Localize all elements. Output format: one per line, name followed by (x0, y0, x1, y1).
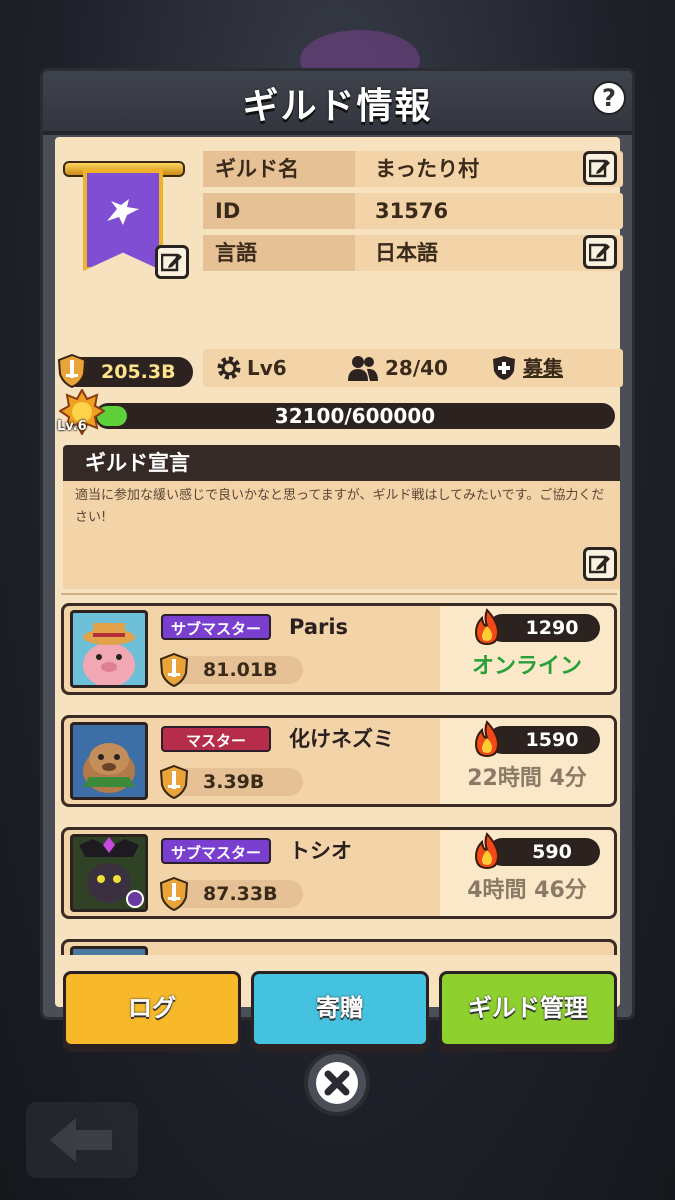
avatar (70, 722, 148, 800)
divider (61, 593, 617, 595)
dialog-title: ギルド情報 (242, 86, 433, 127)
member-fire-value: 590 (532, 841, 572, 863)
member-power: 3.39B (203, 771, 265, 793)
guild-declaration-text: 適当に参加な緩い感じで良いかなと思ってますが、ギルド戦はしてみたいです。ご協力く… (75, 488, 605, 525)
members-icon (348, 356, 378, 381)
member-status-panel: 1590 22時間 4分 (440, 718, 614, 804)
member-fire-value: 1590 (525, 729, 579, 751)
guild-power-value: 205.3B (101, 361, 176, 383)
close-icon (316, 1062, 358, 1104)
guild-stats-bar: Lv6 28/40 募集 (203, 349, 623, 387)
guild-name-row: ギルド名 まったり村 (203, 151, 623, 187)
guild-banner[interactable] (61, 155, 189, 291)
donate-button[interactable]: 寄贈 (251, 971, 429, 1047)
guild-id-row: ID 31576 (203, 193, 623, 229)
sword-shield-icon (159, 876, 189, 912)
avatar (70, 610, 148, 688)
member-fire-value: 1290 (525, 617, 579, 639)
action-buttons: ログ 寄贈 ギルド管理 (55, 971, 620, 1051)
member-power-pill: 3.39B (159, 764, 303, 800)
member-card-partial[interactable] (61, 939, 617, 955)
member-role-badge: サブマスター (161, 838, 271, 864)
guild-language-value: 日本語 (375, 241, 438, 265)
guild-manage-button[interactable]: ギルド管理 (439, 971, 617, 1047)
member-name: トシオ (289, 839, 352, 863)
guild-level: Lv6 (247, 356, 287, 380)
back-arrow-icon (50, 1118, 112, 1162)
guild-declaration-header: ギルド宣言 (63, 445, 620, 481)
guild-id-label: ID (203, 193, 355, 229)
dialog-titlebar: ギルド情報 ? (43, 71, 632, 135)
member-fire-pill: 590 (488, 838, 600, 866)
member-fire-pill: 1590 (488, 726, 600, 754)
guild-name-value: まったり村 (375, 157, 480, 181)
close-button[interactable] (304, 1050, 370, 1116)
member-name: Paris (289, 615, 349, 639)
sword-shield-icon (159, 652, 189, 688)
member-power-pill: 81.01B (159, 652, 303, 688)
member-power: 87.33B (203, 883, 278, 905)
member-role-badge: マスター (161, 726, 271, 752)
guild-xp-text: 32100/600000 (274, 404, 436, 428)
guild-power-pill: 205.3B (57, 353, 193, 389)
member-power: 81.01B (203, 659, 278, 681)
banner-edit-icon[interactable] (155, 245, 189, 279)
recruit-link[interactable]: 募集 (523, 349, 563, 387)
avatar (70, 834, 148, 912)
member-card[interactable]: マスター 化けネズミ 3.39B 1590 22時間 4分 (61, 715, 617, 807)
member-power-pill: 87.33B (159, 876, 303, 912)
dialog-content: ギルド名 まったり村 ID 31576 言語 日本語 205.3B Lv6 28… (55, 137, 623, 1047)
language-edit-icon[interactable] (583, 235, 617, 269)
member-card[interactable]: サブマスター Paris 81.01B 1290 オンライン (61, 603, 617, 695)
guild-info-dialog: ギルド情報 ? ギルド名 まったり村 ID 31576 言語 日本語 205.3… (40, 68, 635, 1047)
guild-language-row: 言語 日本語 (203, 235, 623, 271)
member-status-panel: 1290 オンライン (440, 606, 614, 692)
help-icon[interactable]: ? (592, 81, 626, 115)
member-card[interactable]: サブマスター トシオ 87.33B 590 4時間 46分 (61, 827, 617, 919)
member-role-badge: サブマスター (161, 614, 271, 640)
guild-xp-bar: 32100/600000 (95, 403, 615, 429)
fire-icon (474, 832, 500, 870)
member-name: 化けネズミ (289, 727, 394, 751)
level-badge-text: Lv.6 (57, 419, 87, 434)
avatar (70, 946, 148, 955)
member-status: 22時間 4分 (467, 766, 587, 791)
declaration-edit-icon[interactable] (583, 547, 617, 581)
member-fire-pill: 1290 (488, 614, 600, 642)
member-list[interactable]: サブマスター Paris 81.01B 1290 オンライン マスター 化けネズ… (55, 597, 620, 955)
fire-icon (474, 720, 500, 758)
guild-declaration-title: ギルド宣言 (85, 451, 190, 475)
member-status: 4時間 46分 (467, 878, 587, 903)
back-button[interactable] (26, 1102, 138, 1178)
guild-id-value: 31576 (375, 199, 449, 223)
sword-shield-icon (57, 353, 87, 389)
fire-icon (474, 608, 500, 646)
bird-emblem-icon (103, 195, 143, 237)
gear-icon (217, 356, 241, 380)
member-status-panel: 590 4時間 46分 (440, 830, 614, 916)
guild-name-edit-icon[interactable] (583, 151, 617, 185)
member-status: オンライン (471, 654, 582, 679)
sword-shield-icon (159, 764, 189, 800)
recruit-shield-icon (493, 356, 515, 380)
member-count: 28/40 (385, 356, 448, 380)
guild-language-label: 言語 (203, 235, 355, 271)
guild-declaration-body: 適当に参加な緩い感じで良いかなと思ってますが、ギルド戦はしてみたいです。ご協力く… (63, 481, 620, 589)
guild-name-label: ギルド名 (203, 151, 355, 187)
log-button[interactable]: ログ (63, 971, 241, 1047)
